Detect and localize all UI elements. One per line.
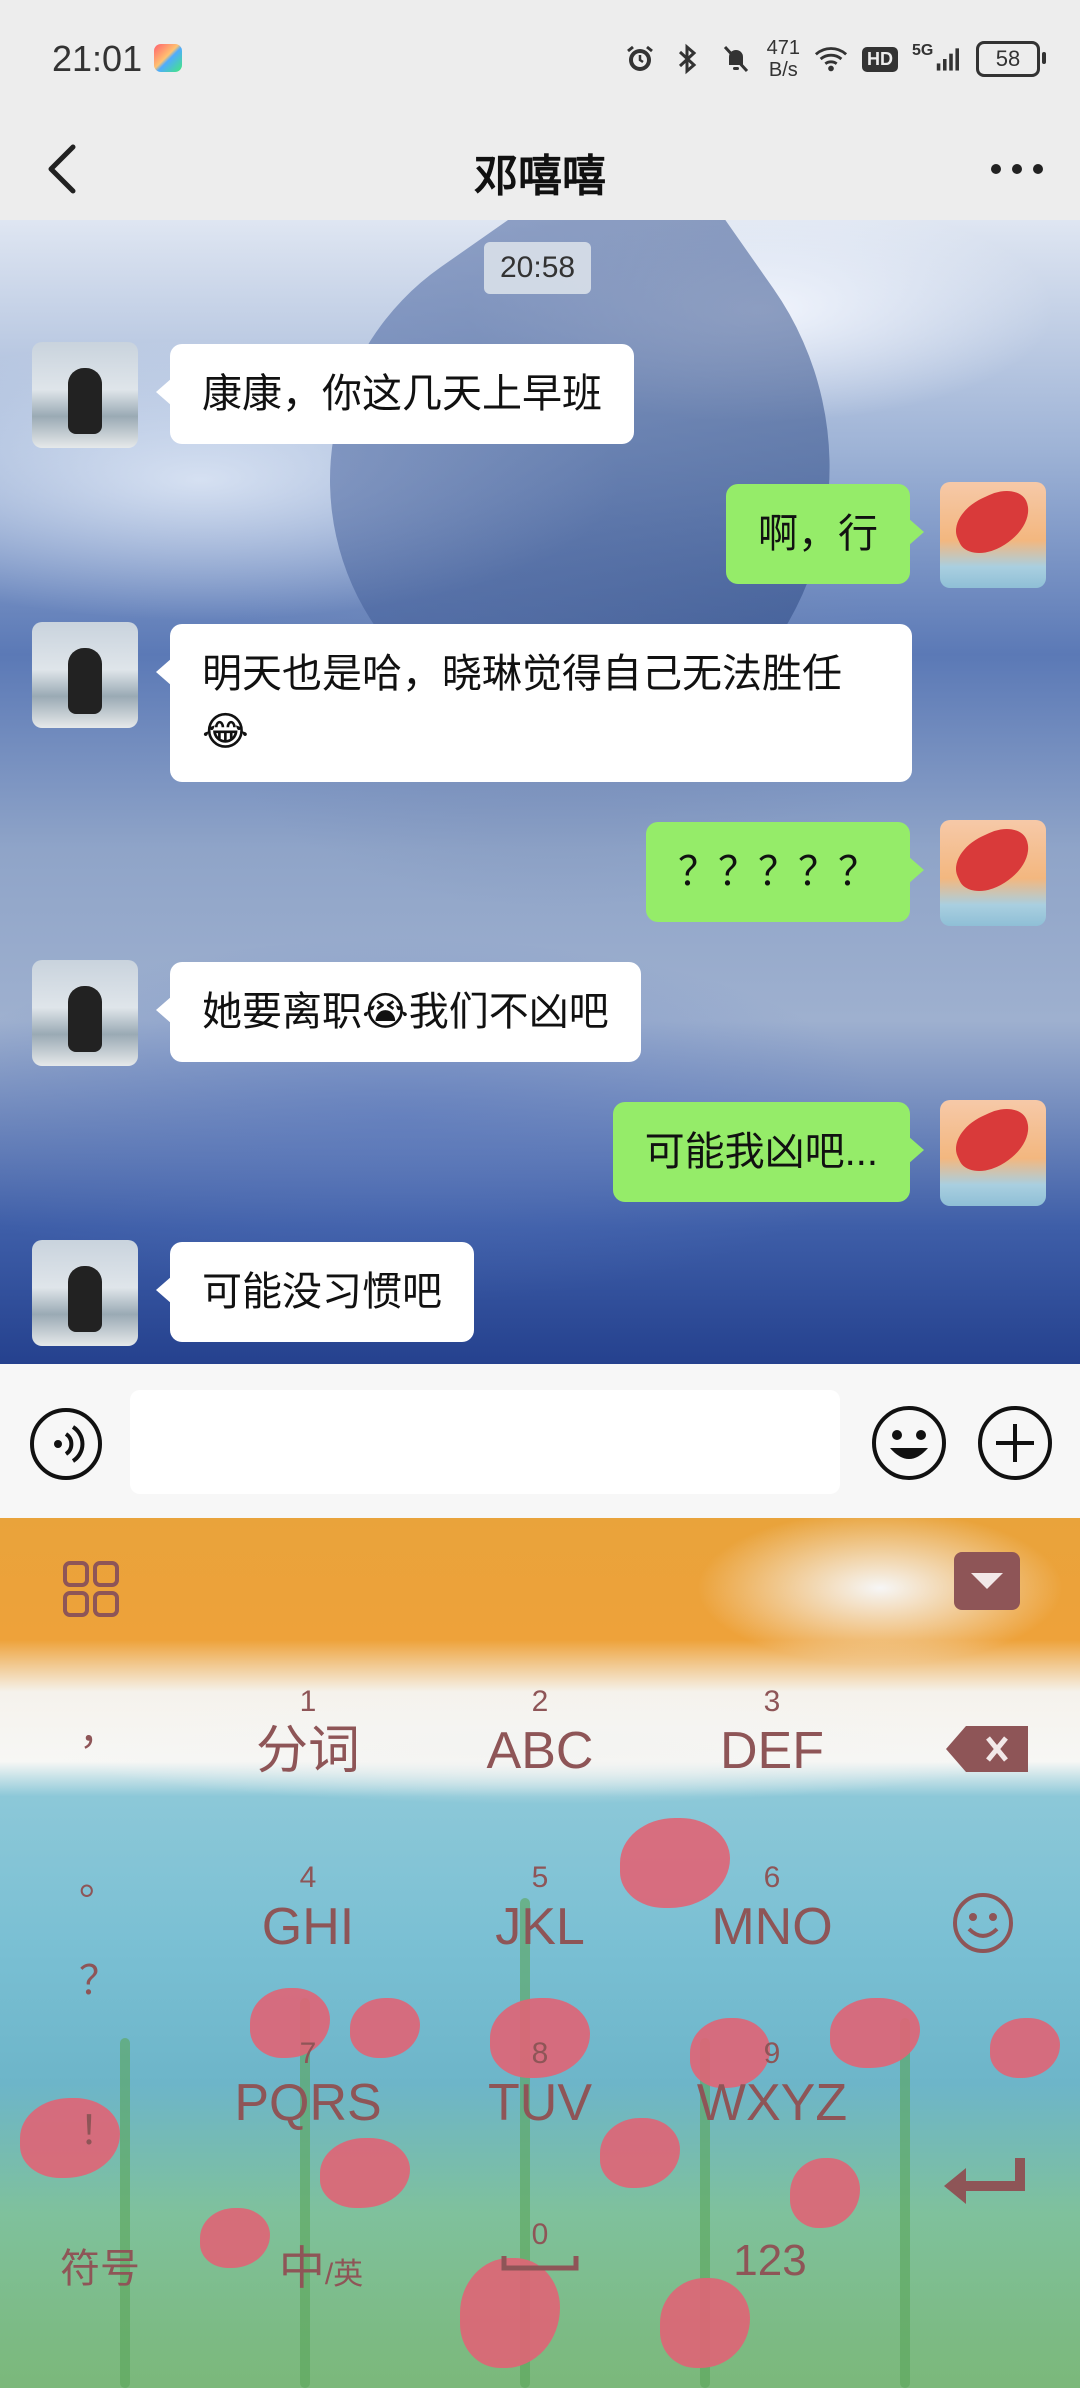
key-number: 3 — [763, 1685, 781, 1718]
bluetooth-icon — [671, 42, 705, 76]
language-switch-key[interactable]: 中/英 — [256, 2232, 386, 2298]
chat-title: 邓嘻嘻 — [474, 152, 606, 201]
punctuation-key[interactable]: 。 — [64, 1848, 134, 1906]
symbol-key[interactable]: 符号 — [40, 2236, 160, 2294]
key-4[interactable]: 4 GHI — [208, 1848, 408, 1998]
status-icons: 471 B/s HD 5G 58 — [623, 34, 1046, 84]
more-actions-button[interactable] — [976, 1404, 1054, 1482]
alarm-icon — [623, 42, 657, 76]
emoji-icon — [872, 1406, 946, 1480]
key-label: DEF — [720, 1722, 824, 1780]
network-speed-value: 471 — [766, 37, 800, 59]
message-bubble-incoming[interactable]: 可能没习惯吧 — [156, 1242, 474, 1342]
punctuation-key[interactable]: ， — [64, 1698, 134, 1756]
number-key[interactable]: 123 — [700, 2236, 840, 2286]
input-bar — [0, 1364, 1080, 1518]
smiley-icon — [953, 1893, 1013, 1953]
key-7[interactable]: 7 PQRS — [208, 2024, 408, 2174]
network-speed: 471 B/s — [767, 37, 800, 81]
key-5[interactable]: 5 JKL — [440, 1848, 640, 1998]
message-input[interactable] — [130, 1390, 840, 1494]
key-label: ABC — [486, 1722, 594, 1780]
key-label: PQRS — [234, 2074, 382, 2132]
status-time: 21:01 — [52, 38, 143, 79]
mute-icon — [719, 42, 753, 76]
message-bubble-outgoing[interactable]: 可能我凶吧... — [612, 1102, 925, 1202]
contact-avatar[interactable] — [32, 342, 138, 448]
network-speed-unit: B/s — [768, 59, 798, 81]
key-9[interactable]: 9 WXYZ — [672, 2024, 872, 2174]
hd-badge: HD — [862, 46, 898, 72]
message-bubble-incoming[interactable]: 她要离职😭我们不凶吧 — [156, 962, 641, 1062]
wifi-icon — [814, 42, 848, 76]
app-notification-icon — [154, 44, 182, 72]
more-button[interactable] — [984, 136, 1050, 202]
more-horizontal-icon — [991, 164, 1043, 174]
contact-avatar[interactable] — [32, 960, 138, 1066]
message-bubble-outgoing[interactable]: ？？？？？ — [646, 822, 924, 922]
key-number: 4 — [299, 1861, 317, 1894]
status-bar: 21:01 471 B/s HD 5G 58 — [0, 0, 1080, 118]
key-2[interactable]: 2 ABC — [440, 1672, 640, 1822]
key-3[interactable]: 3 DEF — [672, 1672, 872, 1822]
backspace-icon — [946, 1726, 1028, 1772]
grid-icon — [63, 1561, 119, 1617]
network-type: 5G — [912, 42, 934, 59]
language-sub-label: /英 — [324, 2258, 364, 2291]
message-bubble-outgoing[interactable]: 啊，行 — [726, 484, 924, 584]
key-number: 6 — [763, 1861, 781, 1894]
space-icon — [501, 2256, 579, 2271]
ime-keyboard: ， 。 ？ ！ 1 分词 2 ABC 3 DEF 4 GHI 5 JKL 6 M… — [0, 1518, 1080, 2388]
voice-icon — [30, 1408, 102, 1480]
punctuation-key[interactable]: ！ — [64, 2098, 134, 2156]
emoji-key[interactable] — [950, 1890, 1016, 1956]
my-avatar[interactable] — [940, 482, 1046, 588]
message-timestamp: 20:58 — [484, 242, 592, 294]
key-label: WXYZ — [696, 2074, 848, 2132]
signal-icon: 5G — [912, 42, 962, 76]
key-label: TUV — [488, 2074, 592, 2132]
key-number: 2 — [531, 1685, 549, 1718]
space-key-number: 0 — [531, 2218, 549, 2251]
my-avatar[interactable] — [940, 820, 1046, 926]
plus-circle-icon — [978, 1406, 1052, 1480]
key-label: 分词 — [255, 1722, 360, 1780]
contact-avatar[interactable] — [32, 622, 138, 728]
my-avatar[interactable] — [940, 1100, 1046, 1206]
key-number: 5 — [531, 1861, 549, 1894]
punctuation-key[interactable]: ？ — [64, 1948, 134, 2006]
collapse-keyboard-icon — [971, 1573, 1003, 1589]
message-bubble-incoming[interactable]: 康康，你这几天上早班 — [156, 344, 634, 444]
chat-header: 邓嘻嘻 — [0, 118, 1080, 220]
message-bubble-incoming[interactable]: 明天也是哈，晓琳觉得自己无法胜任😂 — [156, 624, 912, 782]
key-label: GHI — [261, 1898, 355, 1956]
enter-key[interactable] — [940, 2152, 1030, 2212]
key-6[interactable]: 6 MNO — [672, 1848, 872, 1998]
space-key[interactable]: 0 — [440, 2218, 640, 2338]
contact-avatar[interactable] — [32, 1240, 138, 1346]
enter-icon — [944, 2158, 1025, 2204]
key-1[interactable]: 1 分词 — [208, 1672, 408, 1822]
battery-indicator: 58 — [976, 41, 1046, 77]
delete-key[interactable] — [944, 1724, 1030, 1774]
chat-messages[interactable]: 20:58 康康，你这几天上早班 啊，行 明天也是哈，晓琳觉得自己无法胜任😂 ？… — [0, 220, 1080, 1364]
key-number: 1 — [299, 1685, 317, 1718]
key-label: MNO — [711, 1898, 833, 1956]
key-number: 7 — [299, 2037, 317, 2070]
key-number: 9 — [763, 2037, 781, 2070]
key-number: 8 — [531, 2037, 549, 2070]
voice-button[interactable] — [28, 1406, 104, 1482]
key-label: JKL — [495, 1898, 585, 1956]
language-main-label: 中 — [278, 2242, 325, 2294]
keyboard-menu-button[interactable] — [56, 1554, 126, 1624]
key-8[interactable]: 8 TUV — [440, 2024, 640, 2174]
collapse-keyboard-button[interactable] — [954, 1552, 1020, 1610]
emoji-button[interactable] — [870, 1404, 948, 1482]
